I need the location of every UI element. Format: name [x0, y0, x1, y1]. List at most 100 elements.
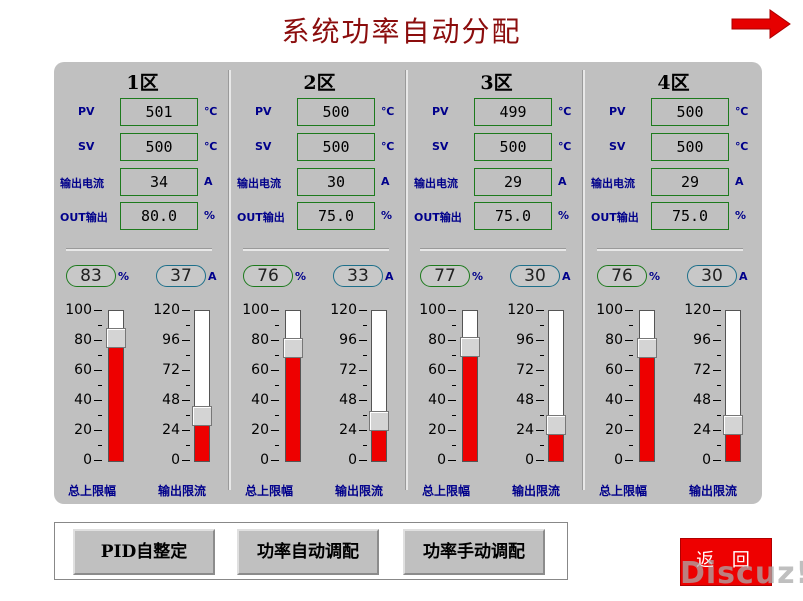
scale-tick-label: 100 [65, 302, 92, 318]
scale-tick [271, 430, 279, 431]
scale-tick [182, 430, 190, 431]
total-limit-slider-fill [463, 345, 477, 461]
current-limit-slider[interactable] [546, 310, 566, 462]
total-limit-label: 总上限幅 [422, 484, 471, 498]
scale-tick [182, 340, 190, 341]
pv-unit: ℃ [735, 105, 749, 118]
current-limit-slider-thumb[interactable] [369, 410, 389, 431]
total-limit-slider-thumb[interactable] [460, 336, 480, 357]
total-limit-slider[interactable] [460, 310, 480, 462]
zones-panel: 1区 PV 501 ℃ SV 500 ℃ 输出电流 34 A OUT输出 80.0% 83% 37 A 总上限… [54, 62, 762, 504]
total-limit-scale: 100 80 60 40 20 0 [56, 302, 106, 470]
limit-amp-display: 33 [333, 265, 383, 287]
sv-value-field[interactable]: 500 [297, 133, 375, 161]
scale-tick [359, 340, 367, 341]
current-label: 输出电流 [237, 177, 281, 190]
total-limit-label: 总上限幅 [68, 484, 117, 498]
pv-value-field[interactable]: 501 [120, 98, 198, 126]
scale-tick [625, 370, 633, 371]
scale-minor-tick [540, 415, 544, 416]
out-value-field[interactable]: 75.0 [474, 202, 552, 230]
scale-minor-tick [363, 385, 367, 386]
power-auto-button[interactable]: 功率自动调配 [237, 529, 379, 575]
scale-tick-label: 20 [605, 422, 623, 438]
sv-unit: ℃ [558, 140, 572, 153]
total-limit-slider-thumb[interactable] [637, 338, 657, 358]
limit-percent-unit: % [472, 270, 484, 283]
output-current-limit-label: 输出限流 [689, 484, 738, 498]
sv-value-field[interactable]: 500 [651, 133, 729, 161]
current-unit: A [204, 175, 213, 188]
scale-tick-label: 40 [251, 392, 269, 408]
current-limit-slider-thumb[interactable] [192, 405, 212, 426]
total-limit-slider[interactable] [637, 310, 657, 462]
total-limit-slider[interactable] [106, 310, 126, 462]
current-limit-slider[interactable] [192, 310, 212, 462]
scale-minor-tick [363, 325, 367, 326]
sv-label: SV [78, 140, 95, 153]
scale-tick-label: 0 [614, 452, 623, 468]
pv-value-field[interactable]: 500 [651, 98, 729, 126]
scale-tick-label: 96 [693, 332, 711, 348]
total-limit-slider-thumb[interactable] [106, 327, 126, 348]
current-limit-slider-thumb[interactable] [723, 414, 743, 435]
scale-tick-label: 60 [605, 362, 623, 378]
scale-tick [182, 370, 190, 371]
scale-minor-tick [186, 355, 190, 356]
scale-tick [536, 460, 544, 461]
scale-tick-label: 100 [242, 302, 269, 318]
current-limit-slider[interactable] [369, 310, 389, 462]
power-manual-button[interactable]: 功率手动调配 [403, 529, 545, 575]
scale-minor-tick [98, 355, 102, 356]
scale-minor-tick [452, 355, 456, 356]
sv-value-field[interactable]: 500 [474, 133, 552, 161]
pid-autotune-button[interactable]: PID自整定 [73, 529, 215, 575]
scale-minor-tick [629, 415, 633, 416]
scale-minor-tick [717, 385, 721, 386]
current-label: 输出电流 [414, 177, 458, 190]
limit-amp-unit: A [208, 270, 217, 283]
scale-minor-tick [540, 445, 544, 446]
pv-value-field[interactable]: 500 [297, 98, 375, 126]
scale-minor-tick [717, 355, 721, 356]
current-value-field[interactable]: 34 [120, 168, 198, 196]
scale-tick-label: 48 [693, 392, 711, 408]
divider [420, 248, 566, 251]
page-title: 系统功率自动分配 [281, 15, 522, 48]
limit-percent-display: 76 [243, 265, 293, 287]
next-page-arrow-icon[interactable] [730, 8, 792, 40]
total-limit-slider[interactable] [283, 310, 303, 462]
pv-label: PV [255, 105, 272, 118]
out-value-field[interactable]: 75.0 [651, 202, 729, 230]
scale-tick [271, 400, 279, 401]
output-current-limit-label: 输出限流 [335, 484, 384, 498]
sv-value-field[interactable]: 500 [120, 133, 198, 161]
current-value-field[interactable]: 30 [297, 168, 375, 196]
scale-tick-label: 60 [74, 362, 92, 378]
pv-value-field[interactable]: 499 [474, 98, 552, 126]
scale-tick [448, 460, 456, 461]
sv-unit: ℃ [735, 140, 749, 153]
current-value-field[interactable]: 29 [474, 168, 552, 196]
scale-tick [182, 460, 190, 461]
scale-tick-label: 20 [251, 422, 269, 438]
current-limit-slider-thumb[interactable] [546, 414, 566, 435]
scale-tick-label: 0 [83, 452, 92, 468]
out-value-field[interactable]: 75.0 [297, 202, 375, 230]
zone-title: 3区 [480, 72, 513, 94]
out-value-field[interactable]: 80.0 [120, 202, 198, 230]
zone-separator [582, 70, 585, 490]
total-limit-slider-fill [640, 347, 654, 461]
scale-minor-tick [98, 415, 102, 416]
scale-tick-label: 120 [684, 302, 711, 318]
scale-tick-label: 80 [428, 332, 446, 348]
scale-minor-tick [186, 385, 190, 386]
mode-button-group: PID自整定 功率自动调配 功率手动调配 [54, 522, 568, 580]
limit-percent-unit: % [649, 270, 661, 283]
scale-minor-tick [186, 445, 190, 446]
current-limit-slider[interactable] [723, 310, 743, 462]
current-value-field[interactable]: 29 [651, 168, 729, 196]
scale-tick [448, 430, 456, 431]
scale-tick-label: 80 [251, 332, 269, 348]
total-limit-slider-thumb[interactable] [283, 338, 303, 358]
